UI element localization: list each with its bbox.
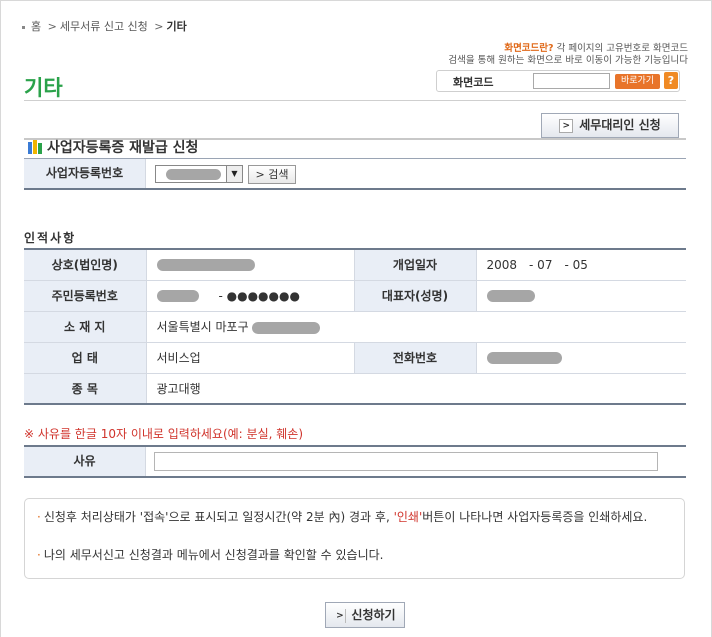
chevron-down-icon: ▼ bbox=[226, 166, 242, 182]
section-title: 사업자등록증 재발급 신청 bbox=[28, 137, 198, 157]
business-number-label: 사업자등록번호 bbox=[24, 159, 146, 188]
breadcrumb-current: 기타 bbox=[166, 20, 187, 33]
resident-number-value: - ●●●●●●● bbox=[146, 280, 355, 312]
help-text-2: 검색을 통해 원하는 화면으로 바로 이동이 가능한 기능입니다 bbox=[448, 55, 688, 66]
go-button[interactable]: 바로가기 bbox=[615, 74, 660, 89]
reason-input[interactable] bbox=[154, 452, 658, 471]
address-label: 소 재 지 bbox=[24, 311, 147, 343]
bullet-icon bbox=[22, 25, 25, 29]
redacted-value bbox=[156, 259, 255, 272]
help-icon[interactable]: ? bbox=[664, 72, 678, 89]
note-highlight: '인쇄' bbox=[393, 510, 423, 524]
resident-number-mask: - ●●●●●●● bbox=[218, 288, 300, 303]
representative-value bbox=[476, 280, 686, 312]
note-text: 버튼이 나타나면 사업자등록증을 인쇄하세요. bbox=[422, 510, 648, 524]
search-button[interactable]: > 검색 bbox=[248, 165, 296, 184]
redacted-value bbox=[166, 169, 221, 180]
breadcrumb-separator: > bbox=[154, 20, 164, 33]
open-date-value: 2008 - 07 - 05 bbox=[476, 249, 686, 281]
title-divider bbox=[24, 100, 686, 101]
business-item-label: 종 목 bbox=[24, 373, 147, 405]
table-row: 상호(법인명) 개업일자 2008 - 07 - 05 bbox=[24, 249, 686, 281]
breadcrumb-separator: > bbox=[47, 20, 57, 33]
representative-label: 대표자(성명) bbox=[354, 280, 477, 312]
list-item: · 신청후 처리상태가 '접속'으로 표시되고 일정시간(약 2분 內) 경과 후… bbox=[37, 507, 657, 527]
page-title: 기타 bbox=[24, 76, 63, 100]
resident-number-label: 주민등록번호 bbox=[24, 280, 147, 312]
phone-label: 전화번호 bbox=[354, 342, 477, 374]
reason-label: 사유 bbox=[24, 447, 146, 476]
bullet-icon: · bbox=[37, 510, 41, 524]
tax-agent-apply-label: 세무대리인 신청 bbox=[579, 118, 661, 132]
breadcrumb-section[interactable]: 세무서류 신고 신청 bbox=[60, 20, 148, 33]
table-row: 종 목 광고대행 bbox=[24, 373, 686, 405]
bullet-icon: · bbox=[37, 548, 41, 562]
open-date-label: 개업일자 bbox=[354, 249, 477, 281]
redacted-value bbox=[156, 290, 199, 302]
arrow-right-icon: > bbox=[334, 608, 347, 623]
address-value: 서울특별시 마포구 bbox=[146, 311, 686, 343]
breadcrumb-home[interactable]: 홈 bbox=[31, 20, 41, 33]
business-type-label: 업 태 bbox=[24, 342, 147, 374]
business-type-value: 서비스업 bbox=[146, 342, 355, 374]
apply-label: 신청하기 bbox=[351, 608, 396, 622]
redacted-value bbox=[252, 321, 321, 334]
personal-info-table: 상호(법인명) 개업일자 2008 - 07 - 05 주민등록번호 - ●●●… bbox=[24, 248, 686, 405]
screen-code-input[interactable] bbox=[533, 73, 610, 89]
arrow-right-icon: > bbox=[559, 118, 574, 133]
address-text: 서울특별시 마포구 bbox=[156, 320, 249, 334]
list-item: · 나의 세무서신고 신청결과 메뉴에서 신청결과를 확인할 수 있습니다. bbox=[37, 545, 657, 565]
note-text: 신청후 처리상태가 '접속'으로 표시되고 일정시간(약 2분 內) 경과 후, bbox=[43, 510, 394, 524]
phone-value bbox=[476, 342, 686, 374]
redacted-value bbox=[486, 290, 535, 302]
screen-code-box: 화면코드 바로가기 ? bbox=[436, 70, 680, 92]
table-row: 업 태 서비스업 전화번호 bbox=[24, 342, 686, 374]
business-number-select[interactable]: ▼ bbox=[155, 165, 243, 183]
company-name-label: 상호(법인명) bbox=[24, 249, 147, 281]
books-icon bbox=[28, 140, 43, 154]
table-row: 소 재 지 서울특별시 마포구 bbox=[24, 311, 686, 343]
redacted-value bbox=[486, 352, 562, 364]
section-title-text: 사업자등록증 재발급 신청 bbox=[47, 140, 199, 156]
screen-code-label: 화면코드 bbox=[453, 76, 494, 89]
business-item-value: 광고대행 bbox=[146, 373, 686, 405]
reason-notice: ※ 사유를 한글 10자 이내로 입력하세요(예: 분실, 훼손) bbox=[24, 427, 304, 441]
tax-agent-apply-button[interactable]: > 세무대리인 신청 bbox=[541, 113, 679, 138]
apply-button[interactable]: > 신청하기 bbox=[325, 602, 405, 628]
personal-info-title: 인적사항 bbox=[24, 231, 77, 245]
note-text: 나의 세무서신고 신청결과 메뉴에서 신청결과를 확인할 수 있습니다. bbox=[43, 548, 384, 562]
breadcrumb: 홈 > 세무서류 신고 신청 > 기타 bbox=[22, 18, 187, 34]
company-name-value bbox=[146, 249, 355, 281]
reason-row: 사유 bbox=[24, 445, 686, 478]
business-number-row: 사업자등록번호 ▼ > 검색 bbox=[24, 158, 686, 190]
notice-box: · 신청후 처리상태가 '접속'으로 표시되고 일정시간(약 2분 內) 경과 후… bbox=[24, 498, 685, 579]
table-row: 주민등록번호 - ●●●●●●● 대표자(성명) bbox=[24, 280, 686, 312]
